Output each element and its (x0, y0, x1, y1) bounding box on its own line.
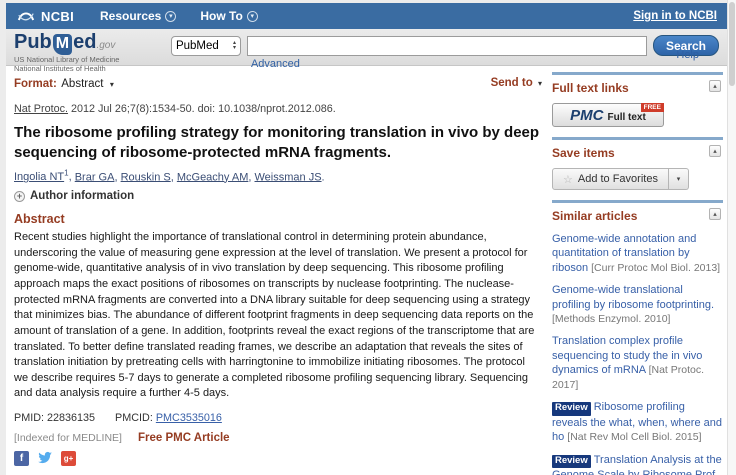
chevron-down-icon: ▾ (165, 11, 176, 22)
nav-resources[interactable]: Resources ▾ (100, 9, 176, 23)
format-label: Format: (14, 78, 57, 90)
journal-link[interactable]: Nat Protoc. (14, 103, 68, 115)
format-value: Abstract (61, 78, 103, 90)
sign-in-link[interactable]: Sign in to NCBI (633, 10, 717, 22)
share-row: f g+ (14, 451, 542, 466)
collapse-icon[interactable]: ▴ (709, 208, 721, 220)
free-pmc-article-link[interactable]: Free PMC Article (138, 432, 230, 444)
author-list: Ingolia NT1, Brar GA, Rouskin S, McGeach… (14, 169, 542, 184)
free-badge: FREE (641, 103, 664, 112)
ncbi-navbar: NCBI Resources ▾ How To ▾ Sign in to NCB… (6, 3, 727, 29)
logo-m-icon: M (53, 34, 72, 55)
format-toolbar: Format: Abstract ▾ Send to ▾ (14, 74, 542, 92)
pmcid-label: PMCID: (115, 412, 153, 424)
author-link[interactable]: Brar GA, (75, 171, 118, 183)
chevron-down-icon: ▾ (247, 11, 258, 22)
similar-article-item[interactable]: Genome-wide annotation and quantitation … (552, 232, 723, 275)
similar-article-citation: [Curr Protoc Mol Biol. 2013] (591, 262, 720, 274)
similar-article-item[interactable]: Genome-wide translational profiling by r… (552, 283, 723, 326)
nlm-tagline: US National Library of Medicine National… (14, 56, 141, 73)
nav-resources-label: Resources (100, 9, 161, 23)
similar-articles-section: Similar articles ▴ Genome-wide annotatio… (552, 200, 723, 475)
pmc-full-text-label: Full text (607, 112, 645, 123)
content-area: Format: Abstract ▾ Send to ▾ Nat Protoc.… (6, 66, 727, 475)
identifier-row: PMID: 22836135 PMCID: PMC3535016 (14, 412, 542, 424)
index-status-row: [Indexed for MEDLINE] Free PMC Article (14, 432, 542, 444)
similar-article-item[interactable]: ReviewRibosome profiling reveals the wha… (552, 400, 723, 444)
add-to-favorites-label: Add to Favorites (578, 173, 658, 185)
author-link[interactable]: McGeachy AM, (177, 171, 252, 183)
scrollbar-thumb[interactable] (729, 2, 735, 86)
sidebar: Full text links ▴ PMC Full text FREE Sav… (552, 72, 723, 475)
author-link[interactable]: Weissman JS. (255, 171, 325, 183)
abstract-text: Recent studies highlight the importance … (14, 230, 542, 402)
abstract-heading: Abstract (14, 212, 542, 226)
author-link[interactable]: Rouskin S, (121, 171, 174, 183)
twitter-icon[interactable] (37, 451, 53, 465)
citation-detail: 2012 Jul 26;7(8):1534-50. doi: 10.1038/n… (68, 103, 336, 115)
advanced-link[interactable]: Advanced (251, 58, 719, 70)
pmc-full-text-button[interactable]: PMC Full text FREE (552, 103, 664, 127)
similar-article-item[interactable]: Translation complex profile sequencing t… (552, 334, 723, 392)
similar-article-citation: [Methods Enzymol. 2010] (552, 313, 670, 325)
logo-gov: .gov (96, 40, 115, 51)
save-items-section: Save items ▴ ☆ Add to Favorites ▾ (552, 137, 723, 200)
full-text-links-heading: Full text links (552, 81, 723, 96)
article-title: The ribosome profiling strategy for moni… (14, 123, 542, 163)
indexed-for-medline: [Indexed for MEDLINE] (14, 432, 122, 444)
full-text-links-section: Full text links ▴ PMC Full text FREE (552, 72, 723, 137)
similar-article-item[interactable]: ReviewTranslation Analysis at the Genome… (552, 453, 723, 475)
logo-pub: Pub (14, 31, 52, 53)
browser-viewport: NCBI Resources ▾ How To ▾ Sign in to NCB… (0, 0, 736, 475)
article-column: Format: Abstract ▾ Send to ▾ Nat Protoc.… (14, 72, 542, 475)
search-header: PubMed.gov US National Library of Medici… (6, 29, 727, 66)
expand-plus-icon: + (14, 191, 25, 202)
similar-article-link[interactable]: Genome-wide translational profiling by r… (552, 284, 714, 310)
send-to-menu[interactable]: Send to ▾ (491, 77, 542, 89)
help-link[interactable]: Help (676, 49, 699, 61)
facebook-icon[interactable]: f (14, 451, 29, 466)
star-icon: ☆ (563, 173, 573, 186)
select-stepper-icon: ▴▾ (233, 41, 236, 51)
author-information-label: Author information (30, 190, 134, 202)
pubmed-logo-text: PubMed.gov (14, 32, 141, 56)
chevron-down-icon: ▾ (110, 80, 114, 89)
pubmed-logo[interactable]: PubMed.gov US National Library of Medici… (14, 32, 141, 65)
author-information-toggle[interactable]: + Author information (14, 190, 542, 202)
vertical-scrollbar[interactable] (727, 0, 736, 475)
ncbi-logo-icon (16, 8, 36, 24)
similar-article-citation: [Nat Rev Mol Cell Biol. 2015] (567, 431, 701, 443)
review-badge: Review (552, 455, 591, 468)
nav-how-to[interactable]: How To ▾ (200, 9, 257, 23)
pmid-value: 22836135 (47, 412, 95, 424)
format-selector[interactable]: Format: Abstract ▾ (14, 74, 114, 92)
nav-how-to-label: How To (200, 9, 242, 23)
pmc-logo: PMC (570, 107, 603, 124)
pubmed-page: NCBI Resources ▾ How To ▾ Sign in to NCB… (6, 3, 727, 475)
similar-articles-heading: Similar articles (552, 209, 723, 224)
save-items-heading: Save items (552, 146, 723, 161)
database-select-value: PubMed (176, 40, 219, 52)
review-badge: Review (552, 402, 591, 415)
logo-ed: ed (73, 31, 96, 53)
collapse-icon[interactable]: ▴ (709, 145, 721, 157)
search-input[interactable] (247, 36, 647, 56)
collapse-icon[interactable]: ▴ (709, 80, 721, 92)
search-block: PubMed ▴▾ Search Advanced (171, 32, 719, 65)
ncbi-brand[interactable]: NCBI (41, 9, 74, 24)
favorites-dropdown-button[interactable]: ▾ (669, 168, 689, 190)
googleplus-icon[interactable]: g+ (61, 451, 76, 466)
journal-citation: Nat Protoc. 2012 Jul 26;7(8):1534-50. do… (14, 103, 542, 115)
send-to-label: Send to (491, 77, 533, 89)
author-link[interactable]: Ingolia NT1, (14, 171, 72, 183)
add-to-favorites-button[interactable]: ☆ Add to Favorites (552, 168, 669, 190)
pmid-label: PMID: (14, 412, 44, 424)
pmcid-link[interactable]: PMC3535016 (156, 412, 222, 424)
database-select[interactable]: PubMed ▴▾ (171, 36, 241, 56)
chevron-down-icon: ▾ (538, 79, 542, 88)
